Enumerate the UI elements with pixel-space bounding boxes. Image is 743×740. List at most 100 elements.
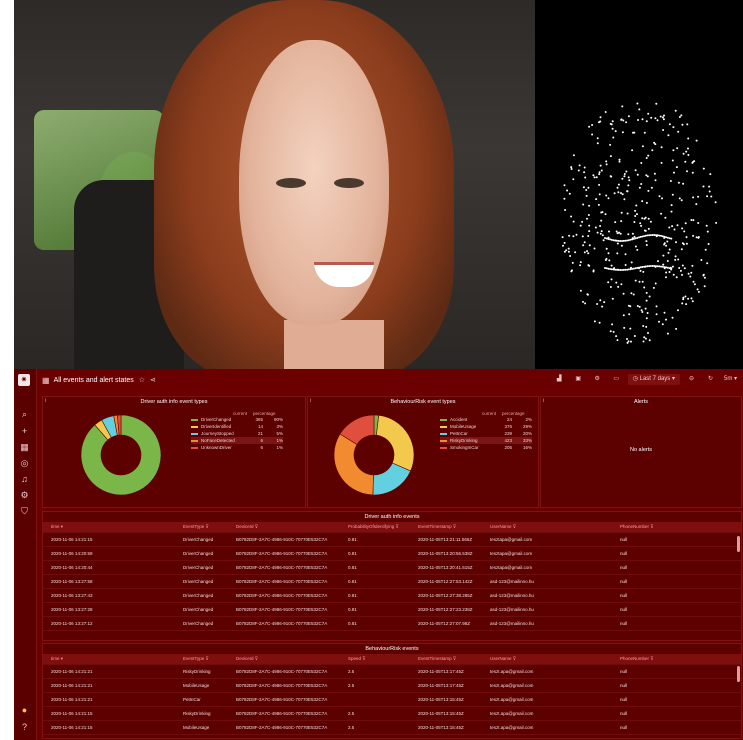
mesh-point [683, 267, 686, 270]
column-header[interactable]: time ▾ [43, 656, 183, 662]
table-cell: DriverChanged [183, 579, 214, 584]
legend-item[interactable]: PetInCar 239 20% [440, 430, 532, 437]
mesh-point [598, 321, 601, 324]
legend-item[interactable]: Accident 24 2% [440, 416, 532, 423]
table-cell: 0.81 [348, 593, 357, 598]
column-header[interactable]: UserName ⊽ [490, 524, 620, 530]
mesh-point [629, 268, 632, 271]
table-row[interactable]: 2020-11-06 14:21:21 PetInCar B0782D8F-2A7C… [43, 693, 741, 707]
legend-item[interactable]: UnknownDriver 6 1% [191, 444, 283, 451]
dashboards-icon[interactable]: ▦ [19, 442, 30, 453]
mesh-point [692, 234, 695, 237]
column-header[interactable]: time ▾ [43, 524, 183, 530]
avatar[interactable]: ● [19, 705, 30, 716]
grafana-logo-icon[interactable]: ✷ [18, 374, 30, 386]
legend-header-cell[interactable]: current [233, 411, 247, 416]
info-icon[interactable]: i [543, 398, 544, 404]
column-header[interactable]: ProbabilityOfIdentifying ⊽ [348, 524, 418, 530]
column-header[interactable]: Speed ⊽ [348, 656, 418, 662]
column-header[interactable]: EventTimestamp ⊽ [418, 524, 490, 530]
mesh-point [634, 209, 637, 212]
page-title[interactable]: All events and alert states [54, 377, 134, 384]
mesh-point [624, 264, 627, 266]
mesh-point [596, 303, 599, 305]
mesh-point [582, 203, 585, 206]
behaviour-donut[interactable] [332, 413, 416, 497]
table-row[interactable]: 2020-11-06 13:27:58 DriverChanged B0782D8F… [43, 575, 741, 589]
settings-icon[interactable]: ⚙ [590, 374, 605, 385]
pie-slice[interactable] [333, 433, 374, 496]
mesh-point [706, 230, 709, 233]
table-row[interactable]: 2020-11-06 14:21:21 RiskyDrinking B0782D8F… [43, 665, 741, 679]
tv-mode-icon[interactable]: ▭ [609, 374, 624, 385]
column-header[interactable]: DeviceId ⊽ [236, 524, 348, 530]
info-icon[interactable]: i [45, 398, 46, 404]
dashboard: ✷ ⌕ + ▦ ◎ ♫ ⚙ ⛉ ● ? ▦ All events and ale… [14, 369, 743, 740]
column-header[interactable]: UserName ⊽ [490, 656, 620, 662]
mesh-point [647, 227, 650, 230]
column-header[interactable]: EventType ⊽ [183, 524, 236, 530]
pie-slice[interactable] [376, 414, 415, 472]
time-range-picker[interactable]: ◷ Last 7 days ▾ [627, 374, 680, 385]
legend-header-cell[interactable]: percentage [502, 411, 525, 416]
explore-icon[interactable]: ◎ [19, 458, 30, 469]
search-icon[interactable]: ⌕ [19, 409, 30, 420]
add-panel-icon[interactable]: ▟ [552, 374, 567, 385]
legend-item[interactable]: RiskyDrinking 423 33% [440, 437, 532, 444]
table-row[interactable]: 2020-11-06 14:20:44 DriverChanged B0782D8F… [43, 561, 741, 575]
mesh-point [653, 172, 656, 175]
mesh-point [690, 297, 693, 300]
table-row[interactable]: 2020-11-06 14:21:15 MobileUsage B0782D8F-2… [43, 721, 741, 735]
legend-item[interactable]: JourneyStopped 21 5% [191, 430, 283, 437]
mesh-point [672, 273, 675, 276]
shield-icon[interactable]: ⛉ [19, 506, 30, 517]
table-row[interactable]: 2020-11-06 14:21:21 MobileUsage B0782D8F-2… [43, 679, 741, 693]
scrollbar[interactable] [737, 536, 740, 552]
mesh-point [561, 236, 564, 239]
mesh-point [651, 234, 654, 236]
mesh-point [684, 222, 687, 225]
legend-item[interactable]: NoFaceDetected 6 1% [191, 437, 283, 444]
mesh-point [625, 170, 628, 173]
mesh-point [617, 191, 620, 194]
legend-item[interactable]: DriverIdentified 14 3% [191, 423, 283, 430]
table-row[interactable]: 2020-11-06 13:27:43 DriverChanged B0782D8F… [43, 589, 741, 603]
gear-icon[interactable]: ⚙ [19, 490, 30, 501]
column-header[interactable]: EventTimestamp ⊽ [418, 656, 490, 662]
table-cell: B0782D8F-2A7C-4986-910C-70770E532C7A [236, 669, 328, 674]
help-icon[interactable]: ? [19, 722, 30, 733]
legend-header-cell[interactable]: current [482, 411, 496, 416]
mesh-point [634, 237, 637, 240]
mesh-point [671, 225, 674, 228]
column-header[interactable]: PhoneNumber ⊽ [620, 656, 741, 662]
star-icon[interactable]: ☆ [139, 376, 145, 384]
column-header[interactable]: PhoneNumber ⊽ [620, 524, 741, 530]
table-row[interactable]: 2020-11-06 13:27:28 DriverChanged B0782D8F… [43, 603, 741, 617]
mesh-point [666, 240, 669, 243]
info-icon[interactable]: i [310, 398, 311, 404]
refresh-icon[interactable]: ↻ [703, 374, 718, 385]
mesh-point [693, 283, 696, 286]
mesh-point [646, 234, 649, 237]
table-row[interactable]: 2020-11-06 14:21:15 RiskyDrinking B0782D8F… [43, 707, 741, 721]
zoom-out-icon[interactable]: ⊖ [684, 374, 699, 385]
driver-auth-donut[interactable] [79, 413, 163, 497]
plus-icon[interactable]: + [19, 426, 30, 437]
table-row[interactable]: 2020-11-06 14:20:59 DriverChanged B0782D8F… [43, 547, 741, 561]
column-header[interactable]: DeviceId ⊽ [236, 656, 348, 662]
legend-item[interactable]: MobileUsage 376 29% [440, 423, 532, 430]
mesh-point [617, 268, 620, 271]
legend-current: 6 [260, 445, 263, 450]
save-icon[interactable]: ▣ [571, 374, 586, 385]
bell-icon[interactable]: ♫ [19, 474, 30, 485]
column-header[interactable]: EventType ⊽ [183, 656, 236, 662]
refresh-interval[interactable]: 5m ▾ [722, 374, 739, 385]
table-cell: 2020-11-05T12:27:23.238Z [418, 607, 473, 612]
table-row[interactable]: 2020-11-06 14:21:15 DriverChanged B0782D8F… [43, 533, 741, 547]
share-icon[interactable]: ⋖ [150, 376, 156, 384]
legend-header-cell[interactable]: percentage [253, 411, 276, 416]
scrollbar[interactable] [737, 666, 740, 682]
table-row[interactable]: 2020-11-06 13:27:12 DriverChanged B0782D8F… [43, 617, 741, 631]
legend-item[interactable]: DriverChanged 365 90% [191, 416, 283, 423]
legend-item[interactable]: SmokingInCar 205 16% [440, 444, 532, 451]
